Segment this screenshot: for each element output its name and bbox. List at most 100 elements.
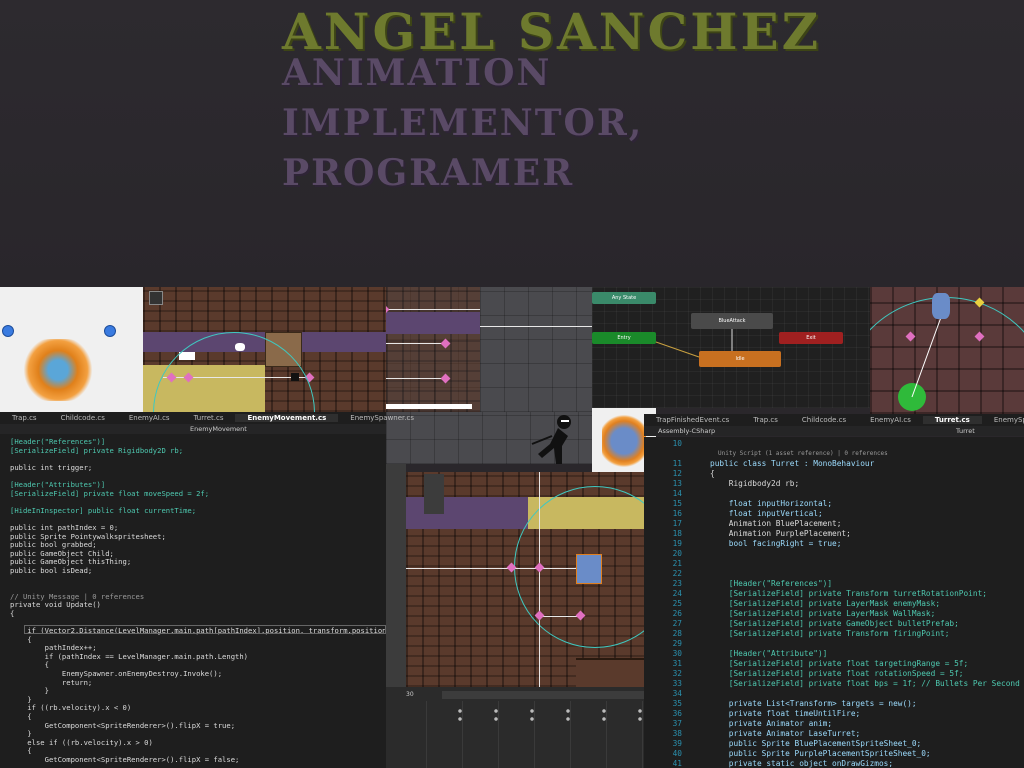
keyframe-row[interactable] <box>442 709 642 713</box>
tab-enemyspawner[interactable]: EnemySpawner.cs <box>338 414 426 422</box>
tab-enemyai[interactable]: EnemyAI.cs <box>117 414 182 422</box>
tab-childcode[interactable]: Childcode.cs <box>790 416 858 424</box>
code-line[interactable]: 18 Animation PurplePlacement; <box>656 529 1024 539</box>
line-text[interactable]: public Sprite BluePlacementSpriteSheet_0… <box>710 739 921 748</box>
keyframe-row[interactable] <box>442 717 642 721</box>
code-line[interactable]: 36 private float timeUntilFire; <box>656 709 1024 719</box>
left-code-editor[interactable]: [Header("References")] [SerializeField] p… <box>0 434 386 768</box>
code-line[interactable]: 19 bool facingRight = true; <box>656 539 1024 549</box>
code-line[interactable]: 32 [SerializeField] private float rotati… <box>656 669 1024 679</box>
code-line[interactable]: 33 [SerializeField] private float bps = … <box>656 679 1024 689</box>
tab-trap[interactable]: Trap.cs <box>0 414 49 422</box>
line-text[interactable]: private static object onDrawGizmos; <box>710 759 893 768</box>
code-line[interactable]: 23 [Header("References")] <box>656 579 1024 589</box>
line-text[interactable]: float inputVertical; <box>710 509 823 518</box>
assembly-label[interactable]: Assembly-CSharp <box>658 427 715 435</box>
code-line[interactable]: 22 <box>656 569 1024 579</box>
code-line[interactable]: 27 [SerializeField] private GameObject b… <box>656 619 1024 629</box>
line-text[interactable]: private float timeUntilFire; <box>710 709 860 718</box>
line-text[interactable]: [SerializeField] private GameObject bull… <box>710 619 959 628</box>
selected-mage-sprite[interactable] <box>576 554 602 584</box>
code-line[interactable]: [SerializeField] private float moveSpeed… <box>10 489 386 499</box>
scene-view-turret[interactable] <box>870 287 1024 414</box>
tab-turret[interactable]: Turret.cs <box>182 414 236 422</box>
line-text[interactable]: private Animator LaseTurret; <box>710 729 860 738</box>
line-text[interactable]: private Animator anim; <box>710 719 832 728</box>
right-breadcrumb[interactable]: Turret <box>956 427 975 435</box>
code-line[interactable]: 24 [SerializeField] private Transform tu… <box>656 589 1024 599</box>
code-line[interactable]: public bool isDead; <box>10 566 386 576</box>
code-line[interactable]: return; <box>10 678 386 688</box>
code-line[interactable]: 28 [SerializeField] private Transform fi… <box>656 629 1024 639</box>
code-line[interactable]: else if ((rb.velocity).x > 0) <box>10 738 386 748</box>
code-line[interactable]: [SerializeField] private Rigidbody2D rb; <box>10 446 386 456</box>
animator-graph[interactable]: Any State Entry BlueAttack Idle Exit <box>592 287 870 408</box>
code-line[interactable]: 29 <box>656 639 1024 649</box>
code-line[interactable]: 26 [SerializeField] private LayerMask Wa… <box>656 609 1024 619</box>
scene-view-top[interactable] <box>143 287 386 412</box>
code-line[interactable]: } <box>10 687 386 696</box>
tab-turret[interactable]: Turret.cs <box>922 416 982 424</box>
code-line[interactable]: 17 Animation BluePlacement; <box>656 519 1024 529</box>
code-line[interactable]: 21 <box>656 559 1024 569</box>
line-text[interactable]: float inputHorizontal; <box>710 499 832 508</box>
line-text[interactable]: Animation BluePlacement; <box>710 519 842 528</box>
right-code-editor[interactable]: 10 Unity Script (1 asset reference) | 0 r… <box>656 437 1024 768</box>
code-line[interactable]: 34 <box>656 689 1024 699</box>
timeline-ruler[interactable] <box>442 691 644 699</box>
code-line[interactable]: GetComponent<SpriteRenderer>().flipX = f… <box>10 755 386 765</box>
code-line[interactable]: 12 { <box>656 469 1024 479</box>
code-line[interactable]: 13 Rigidbody2d rb; <box>656 479 1024 489</box>
scene-view-waypoints[interactable] <box>386 287 480 412</box>
code-line[interactable]: if ((rb.velocity).x < 0) <box>10 704 386 713</box>
code-line[interactable]: 15 float inputHorizontal; <box>656 499 1024 509</box>
tab-childcode[interactable]: Childcode.cs <box>49 414 117 422</box>
code-line[interactable]: 38 private Animator LaseTurret; <box>656 729 1024 739</box>
line-text[interactable]: [SerializeField] private LayerMask WallM… <box>710 609 936 618</box>
line-text[interactable]: private List<Transform> targets = new(); <box>710 699 917 708</box>
code-line[interactable]: private void Update() <box>10 601 386 610</box>
code-line[interactable]: 14 <box>656 489 1024 499</box>
code-line[interactable]: 37 private Animator anim; <box>656 719 1024 729</box>
line-text[interactable]: [SerializeField] private Transform turre… <box>710 589 987 598</box>
line-text[interactable]: [SerializeField] private LayerMask enemy… <box>710 599 940 608</box>
blue-handle-left[interactable] <box>2 325 14 337</box>
tab-trap[interactable]: Trap.cs <box>741 416 790 424</box>
code-line[interactable]: 31 [SerializeField] private float target… <box>656 659 1024 669</box>
animation-timeline[interactable]: 30 <box>386 687 644 768</box>
tab-trapfinishedevent[interactable]: TrapFinishedEvent.cs <box>644 416 741 424</box>
code-line[interactable]: 11 public class Turret : MonoBehaviour <box>656 459 1024 469</box>
line-text[interactable]: public Sprite PurplePlacementSpriteSheet… <box>710 749 931 758</box>
line-text[interactable]: public class Turret : MonoBehaviour <box>710 459 874 468</box>
code-line[interactable]: 10 <box>656 439 1024 449</box>
line-text[interactable]: [SerializeField] private float bps = 1f;… <box>710 679 1020 688</box>
line-text[interactable]: bool facingRight = true; <box>710 539 842 548</box>
blue-handle-right[interactable] <box>104 325 116 337</box>
code-line[interactable]: 20 <box>656 549 1024 559</box>
code-line[interactable]: if (pathIndex == LevelManager.main.path.… <box>10 652 386 662</box>
line-text[interactable]: Rigidbody2d rb; <box>710 479 799 488</box>
left-breadcrumb[interactable]: EnemyMovement <box>190 425 247 433</box>
line-text[interactable]: [SerializeField] private float targeting… <box>710 659 968 668</box>
tab-enemyspawner[interactable]: EnemySpawner.cs <box>982 416 1024 424</box>
line-text[interactable]: [SerializeField] private float rotationS… <box>710 669 964 678</box>
code-line[interactable]: GetComponent<SpriteRenderer>().flipX = t… <box>10 721 386 731</box>
code-line[interactable] <box>10 576 386 585</box>
scene-view-gray-top[interactable] <box>480 287 592 412</box>
line-text[interactable]: [SerializeField] private Transform firin… <box>710 629 950 638</box>
code-line[interactable]: 16 float inputVertical; <box>656 509 1024 519</box>
tab-enemyai[interactable]: EnemyAI.cs <box>858 416 923 424</box>
code-line[interactable]: { <box>10 609 386 619</box>
code-line[interactable]: 39 public Sprite BluePlacementSpriteShee… <box>656 739 1024 749</box>
code-line[interactable]: 30 [Header("Attribute")] <box>656 649 1024 659</box>
scene-tool-palette[interactable] <box>424 474 444 514</box>
line-text[interactable]: { <box>710 469 715 478</box>
code-line[interactable]: 25 [SerializeField] private LayerMask en… <box>656 599 1024 609</box>
line-text[interactable]: [Header("References")] <box>710 579 832 588</box>
code-line[interactable]: [HideInInspector] public float currentTi… <box>10 506 386 516</box>
codelens-info[interactable]: Unity Script (1 asset reference) | 0 ref… <box>656 449 1024 459</box>
code-line[interactable]: 40 public Sprite PurplePlacementSpriteSh… <box>656 749 1024 759</box>
code-line[interactable]: 41 private static object onDrawGizmos; <box>656 759 1024 768</box>
line-text[interactable]: Animation PurplePlacement; <box>710 529 851 538</box>
toolbar-icon[interactable] <box>149 291 163 305</box>
